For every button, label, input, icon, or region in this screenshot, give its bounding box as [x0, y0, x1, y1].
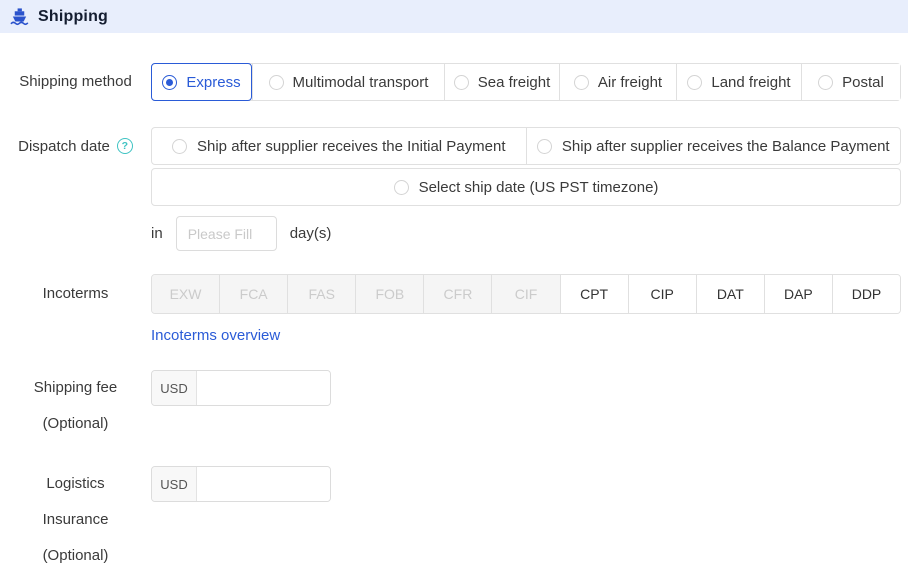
shipping-method-group: Express Multimodal transport Sea freight… — [151, 63, 901, 101]
logistics-label: Logistics — [0, 466, 151, 502]
shipping-method-option-land-freight[interactable]: Land freight — [676, 64, 801, 100]
shipping-section-header: Shipping — [0, 0, 908, 33]
shipping-method-option-air-freight[interactable]: Air freight — [559, 64, 676, 100]
incoterm-cpt[interactable]: CPT — [560, 275, 628, 313]
days-suffix: day(s) — [290, 225, 332, 242]
shipping-method-option-postal[interactable]: Postal — [801, 64, 900, 100]
radio-icon — [818, 75, 833, 90]
dispatch-date-row: Dispatch date ? Ship after supplier rece… — [0, 127, 901, 251]
incoterms-group: EXW FCA FAS FOB CFR CIF CPT CIP DAT DAP … — [151, 274, 901, 314]
incoterms-label: Incoterms — [0, 274, 151, 314]
incoterm-dat[interactable]: DAT — [696, 275, 764, 313]
insurance-label: Insurance — [0, 502, 151, 538]
logistics-insurance-input-group: USD — [151, 466, 331, 502]
shipping-fee-row: Shipping fee (Optional) USD — [0, 370, 901, 442]
page-title: Shipping — [38, 8, 108, 26]
days-prefix: in — [151, 225, 163, 242]
radio-icon — [574, 75, 589, 90]
radio-icon — [172, 139, 187, 154]
shipping-method-option-multimodal[interactable]: Multimodal transport — [252, 64, 444, 100]
option-label: Sea freight — [478, 74, 551, 91]
shipping-fee-optional: (Optional) — [0, 406, 151, 442]
shipping-method-row: Shipping method Express Multimodal trans… — [0, 63, 901, 101]
shipping-fee-label: Shipping fee — [0, 370, 151, 406]
shipping-method-label: Shipping method — [0, 63, 151, 101]
incoterm-cip[interactable]: CIP — [628, 275, 696, 313]
insurance-optional: (Optional) — [0, 538, 151, 574]
dispatch-option-balance-payment[interactable]: Ship after supplier receives the Balance… — [526, 128, 901, 164]
option-label: Ship after supplier receives the Initial… — [197, 138, 506, 155]
incoterm-ddp[interactable]: DDP — [832, 275, 900, 313]
ship-icon — [10, 7, 29, 26]
shipping-method-option-express[interactable]: Express — [151, 63, 252, 101]
currency-prefix: USD — [152, 371, 197, 405]
radio-icon — [394, 180, 409, 195]
incoterm-fas: FAS — [287, 275, 355, 313]
logistics-insurance-label-wrap: Logistics Insurance (Optional) — [0, 466, 151, 574]
shipping-form: Shipping method Express Multimodal trans… — [0, 33, 908, 574]
incoterms-row: Incoterms EXW FCA FAS FOB CFR CIF CPT CI… — [0, 274, 901, 344]
incoterm-cif: CIF — [491, 275, 559, 313]
dispatch-date-label-wrap: Dispatch date ? — [0, 127, 151, 165]
ship-in-days-line: in day(s) — [151, 216, 901, 251]
option-label: Land freight — [711, 74, 790, 91]
option-label: Select ship date (US PST timezone) — [419, 179, 659, 196]
option-label: Express — [186, 74, 240, 91]
radio-icon — [687, 75, 702, 90]
currency-prefix: USD — [152, 467, 197, 501]
help-icon[interactable]: ? — [117, 138, 133, 154]
dispatch-option-initial-payment[interactable]: Ship after supplier receives the Initial… — [152, 128, 526, 164]
radio-icon — [537, 139, 552, 154]
shipping-fee-input[interactable] — [197, 371, 330, 405]
radio-icon — [454, 75, 469, 90]
logistics-insurance-input[interactable] — [197, 467, 330, 501]
incoterm-dap[interactable]: DAP — [764, 275, 832, 313]
incoterms-overview-link[interactable]: Incoterms overview — [151, 327, 280, 344]
shipping-fee-input-group: USD — [151, 370, 331, 406]
option-label: Air freight — [598, 74, 662, 91]
logistics-insurance-row: Logistics Insurance (Optional) USD — [0, 466, 901, 574]
radio-checked-icon — [162, 75, 177, 90]
incoterm-cfr: CFR — [423, 275, 491, 313]
dispatch-date-label: Dispatch date — [18, 138, 110, 155]
incoterm-fob: FOB — [355, 275, 423, 313]
incoterm-fca: FCA — [219, 275, 287, 313]
incoterm-exw: EXW — [152, 275, 219, 313]
option-label: Ship after supplier receives the Balance… — [562, 138, 890, 155]
option-label: Postal — [842, 74, 884, 91]
shipping-fee-label-wrap: Shipping fee (Optional) — [0, 370, 151, 442]
dispatch-option-select-ship-date[interactable]: Select ship date (US PST timezone) — [151, 168, 901, 206]
dispatch-options-top: Ship after supplier receives the Initial… — [151, 127, 901, 165]
radio-icon — [269, 75, 284, 90]
days-input[interactable] — [176, 216, 277, 251]
option-label: Multimodal transport — [293, 74, 429, 91]
shipping-method-option-sea-freight[interactable]: Sea freight — [444, 64, 559, 100]
